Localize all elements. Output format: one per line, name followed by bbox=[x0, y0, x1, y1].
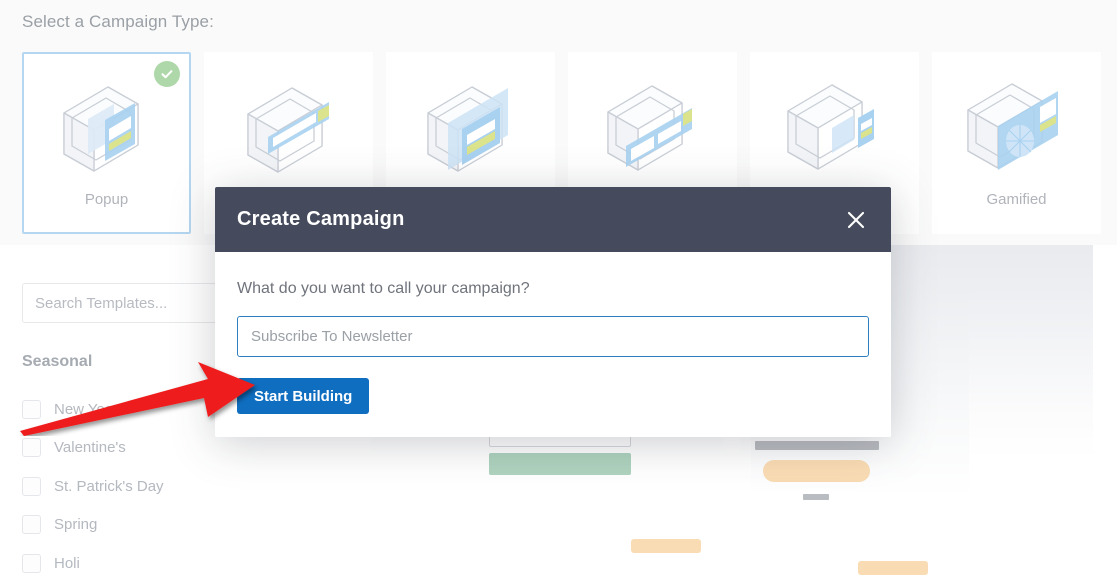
campaign-name-label: What do you want to call your campaign? bbox=[237, 280, 530, 297]
filter-group-title: Seasonal bbox=[22, 353, 93, 370]
modal-header: Create Campaign bbox=[215, 187, 891, 252]
filter-label: Valentine's bbox=[54, 439, 126, 457]
create-campaign-modal: Create Campaign What do you want to call… bbox=[215, 187, 891, 437]
checkbox[interactable] bbox=[22, 553, 41, 573]
create-campaign-modal-wrapper: Create Campaign What do you want to call… bbox=[215, 187, 891, 437]
campaign-type-card-gamified[interactable]: Gamified bbox=[932, 52, 1101, 234]
floating-bar-artwork bbox=[246, 87, 329, 173]
close-icon[interactable] bbox=[839, 203, 873, 237]
campaign-type-label: Gamified bbox=[986, 191, 1047, 208]
campaign-name-input[interactable] bbox=[237, 316, 869, 357]
filter-label: St. Patrick's Day bbox=[54, 477, 164, 495]
popup-artwork bbox=[62, 86, 139, 172]
create-campaign-screen: Select a Campaign Type: Popup Gamified S… bbox=[0, 0, 1117, 581]
filter-item-spring[interactable]: Spring bbox=[22, 506, 322, 545]
check-icon bbox=[154, 61, 180, 87]
filter-item-st-patricks-day[interactable]: St. Patrick's Day bbox=[22, 467, 322, 506]
filter-label: Holi bbox=[54, 554, 80, 572]
inline-artwork bbox=[786, 84, 874, 170]
campaign-type-label: Popup bbox=[84, 191, 129, 208]
checkbox[interactable] bbox=[22, 399, 41, 419]
start-building-button[interactable]: Start Building bbox=[237, 378, 370, 414]
template-button bbox=[631, 539, 701, 553]
filter-label: Spring bbox=[54, 516, 98, 534]
template-text-line bbox=[803, 494, 829, 500]
modal-title: Create Campaign bbox=[237, 208, 405, 230]
modal-body: What do you want to call your campaign? … bbox=[215, 252, 891, 437]
filter-item-holi[interactable]: Holi bbox=[22, 544, 322, 581]
page-title: Select a Campaign Type: bbox=[22, 12, 214, 31]
filter-label: New Year's bbox=[54, 400, 129, 418]
campaign-type-card-popup[interactable]: Popup bbox=[22, 52, 191, 234]
fullscreen-artwork bbox=[426, 86, 508, 172]
checkbox[interactable] bbox=[22, 476, 41, 496]
checkbox[interactable] bbox=[22, 515, 41, 535]
template-button bbox=[489, 453, 631, 475]
slide-in-artwork bbox=[606, 85, 692, 171]
checkbox[interactable] bbox=[22, 438, 41, 458]
template-button bbox=[858, 561, 928, 575]
template-button bbox=[763, 460, 870, 482]
template-text-line bbox=[755, 441, 879, 450]
gamified-artwork bbox=[966, 83, 1058, 170]
